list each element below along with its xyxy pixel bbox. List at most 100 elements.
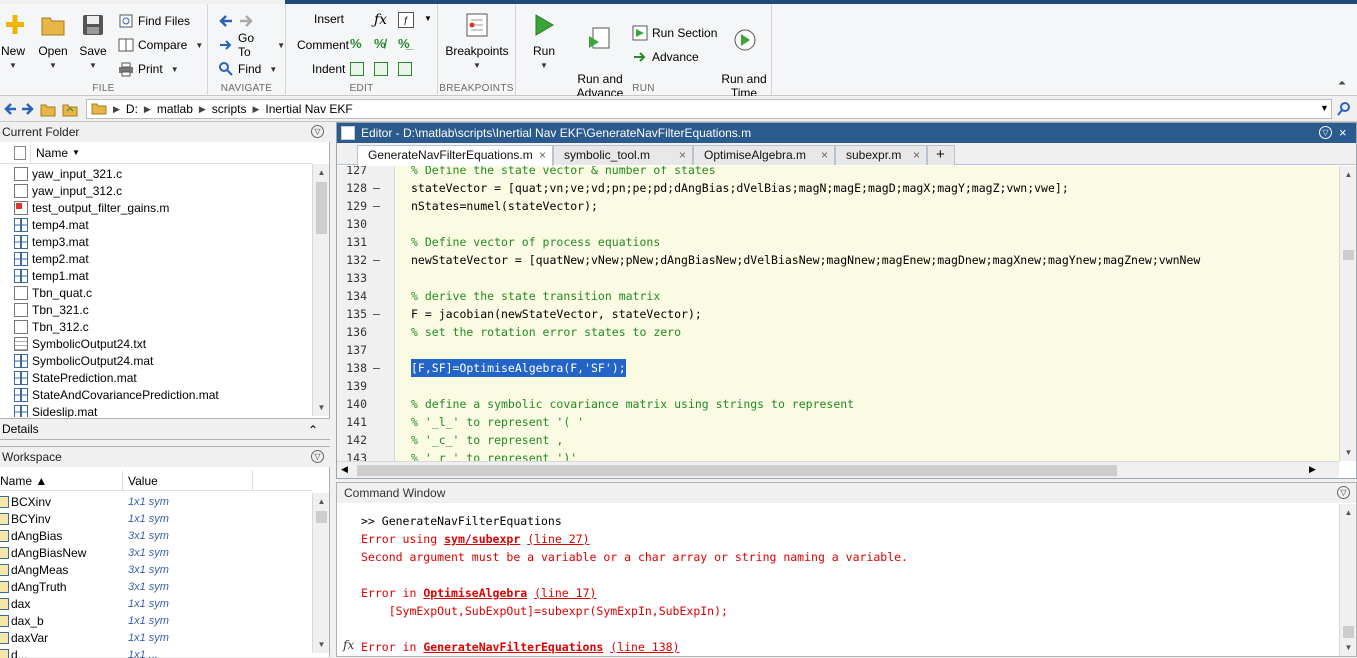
workspace-scrollbar[interactable]: ▲ ▼ [312,493,329,653]
error-line-link[interactable]: (line 27) [527,532,589,546]
file-list-item[interactable]: temp1.mat [0,267,312,284]
workspace-actions-icon[interactable]: ▽ [311,450,324,463]
file-list-item[interactable]: StateAndCovariancePrediction.mat [0,386,312,403]
increase-indent-icon[interactable] [374,62,388,76]
details-panel[interactable]: Details ⌃ [0,418,330,440]
code-line[interactable]: 139 [337,377,1339,395]
error-line-link[interactable]: (line 138) [610,640,679,654]
editor-tab[interactable]: subexpr.m× [835,145,927,165]
fx-function-browser-icon[interactable]: fx [343,638,354,652]
new-button[interactable]: New▼ [0,10,26,73]
scroll-thumb[interactable] [316,182,327,234]
smart-indent-icon[interactable] [350,62,364,76]
command-window-actions-icon[interactable]: ▽ [1337,486,1350,499]
new-tab-button[interactable]: + [927,145,955,165]
code-area[interactable]: 127% Define the state vector & number of… [337,166,1339,461]
code-line[interactable]: 135–F = jacobian(newStateVector, stateVe… [337,305,1339,323]
path-segment[interactable]: D: [126,102,138,116]
file-list-item[interactable]: SymbolicOutput24.mat [0,352,312,369]
back-icon[interactable] [2,101,18,120]
code-line[interactable]: 141% '_l_' to represent '( ' [337,413,1339,431]
folder-column-header[interactable]: Name ▼ [0,142,312,164]
breakpoint-marker[interactable]: – [373,305,380,323]
code-line[interactable]: 130 [337,215,1339,233]
scroll-up-icon[interactable]: ▲ [1340,504,1357,521]
workspace-variable-row[interactable]: BCXinv1x1 sym [0,493,312,510]
path-segment[interactable]: Inertial Nav EKF [265,102,352,116]
code-line[interactable]: 142% '_c_' to represent , [337,431,1339,449]
current-folder-path[interactable]: ▶ D: ▶ matlab ▶ scripts ▶ Inertial Nav E… [86,99,1332,119]
scroll-thumb[interactable] [1343,250,1354,260]
panel-actions-icon[interactable]: ▽ [311,125,324,138]
file-list-item[interactable]: temp4.mat [0,216,312,233]
uncomment-icon[interactable]: %̸ [374,36,386,51]
breakpoints-button[interactable]: Breakpoints▼ [444,10,510,73]
close-tab-icon[interactable]: × [913,146,920,164]
workspace-variable-row[interactable]: dax_b1x1 sym [0,612,312,629]
code-line[interactable]: 136% set the rotation error states to ze… [337,323,1339,341]
save-button[interactable]: Save▼ [76,10,110,73]
editor-tab[interactable]: GenerateNavFilterEquations.m× [357,145,553,166]
error-function-link[interactable]: OptimiseAlgebra [423,586,527,600]
workspace-variable-row[interactable]: daxVar1x1 sym [0,629,312,646]
breakpoint-marker[interactable]: – [373,179,380,197]
scroll-up-icon[interactable]: ▲ [1340,166,1357,183]
insert-button[interactable]: Insert [314,10,344,28]
code-line[interactable]: 140% define a symbolic covariance matrix… [337,395,1339,413]
folder-scrollbar[interactable]: ▲ ▼ [312,164,329,416]
file-list-item[interactable]: yaw_input_312.c [0,182,312,199]
scroll-thumb[interactable] [316,511,327,523]
compare-button[interactable]: Compare▼ [118,36,203,54]
scroll-thumb[interactable] [1343,626,1354,638]
go-to-button[interactable]: Go To▼ [218,36,285,54]
workspace-variable-row[interactable]: dAngBiasNew3x1 sym [0,544,312,561]
find-button[interactable]: Find▼ [218,60,277,78]
file-list-item[interactable]: SymbolicOutput24.txt [0,335,312,352]
run-button[interactable]: Run▼ [526,10,562,73]
file-list-item[interactable]: temp3.mat [0,233,312,250]
path-segment[interactable]: matlab [157,102,193,116]
command-scrollbar[interactable]: ▲ ▼ [1339,504,1356,656]
code-line[interactable]: 127% Define the state vector & number of… [337,166,1339,179]
file-list-item[interactable]: temp2.mat [0,250,312,267]
insert-function-icon[interactable]: ƒ [398,12,414,28]
ws-col-value[interactable]: Value [128,474,158,488]
code-line[interactable]: 137 [337,341,1339,359]
file-list-item[interactable]: Sideslip.mat [0,403,312,417]
close-tab-icon[interactable]: × [539,146,546,164]
workspace-variable-row[interactable]: dax1x1 sym [0,595,312,612]
browse-folder-icon[interactable] [62,101,78,120]
editor-vscrollbar[interactable]: ▲ ▼ [1339,166,1356,461]
forward-icon[interactable] [20,101,36,120]
scroll-thumb[interactable] [357,465,1117,476]
close-tab-icon[interactable]: × [821,146,828,164]
error-function-link[interactable]: GenerateNavFilterEquations [423,640,603,654]
error-function-link[interactable]: sym/subexpr [444,532,520,546]
open-button[interactable]: Open▼ [36,10,70,73]
file-list-item[interactable]: StatePrediction.mat [0,369,312,386]
scroll-right-icon[interactable]: ▶ [1309,464,1316,475]
scroll-down-icon[interactable]: ▼ [313,399,330,416]
back-forward-nav[interactable] [218,12,254,30]
code-line[interactable]: 138–[F,SF]=OptimiseAlgebra(F,'SF'); [337,359,1339,377]
file-list-item[interactable]: Tbn_quat.c [0,284,312,301]
advance-button[interactable]: Advance [632,48,699,66]
code-line[interactable]: 143% '_r_' to represent ')' [337,449,1339,461]
wrap-comment-icon[interactable]: %̲ [398,36,410,51]
code-line[interactable]: 129–nStates=numel(stateVector); [337,197,1339,215]
run-section-button[interactable]: Run Section [632,24,717,42]
workspace-column-header[interactable]: Name ▲ Value [0,471,312,491]
comment-percent-icon[interactable]: % [350,36,362,51]
ws-col-name[interactable]: Name ▲ [0,474,47,488]
collapse-toolstrip-icon[interactable]: ⏶ [1338,78,1346,89]
code-line[interactable]: 134% derive the state transition matrix [337,287,1339,305]
find-files-button[interactable]: Find Files [118,12,190,30]
scroll-up-icon[interactable]: ▲ [313,493,330,510]
editor-hscrollbar[interactable]: ◀ ▶ [337,461,1339,478]
file-list-item[interactable]: test_output_filter_gains.m [0,199,312,216]
code-line[interactable]: 128–stateVector = [quat;vn;ve;vd;pn;pe;p… [337,179,1339,197]
code-line[interactable]: 131% Define vector of process equations [337,233,1339,251]
workspace-variable-row[interactable]: BCYinv1x1 sym [0,510,312,527]
scroll-up-icon[interactable]: ▲ [313,164,330,181]
insert-dropdown-icon[interactable]: ▼ [424,14,432,23]
